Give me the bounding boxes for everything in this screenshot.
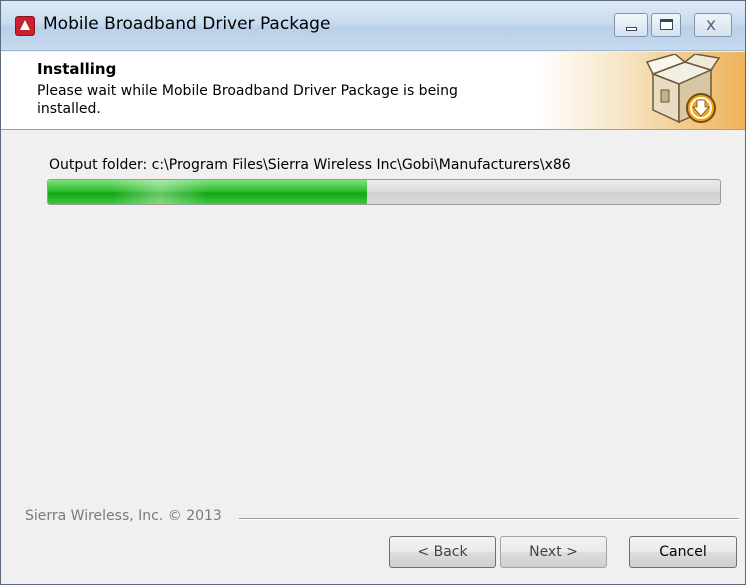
next-button[interactable]: Next > bbox=[500, 536, 607, 568]
header-banner: Installing Please wait while Mobile Broa… bbox=[1, 52, 745, 130]
close-button[interactable]: ⅹ bbox=[694, 13, 732, 37]
footer-divider bbox=[239, 518, 739, 520]
window-title: Mobile Broadband Driver Package bbox=[43, 14, 331, 34]
minimize-icon bbox=[626, 27, 637, 31]
title-bar[interactable]: Mobile Broadband Driver Package ⅹ bbox=[1, 1, 745, 51]
maximize-icon bbox=[660, 19, 673, 30]
sierra-wireless-app-icon[interactable] bbox=[15, 16, 35, 36]
minimize-button[interactable] bbox=[614, 13, 648, 37]
maximize-button[interactable] bbox=[651, 13, 681, 37]
installer-window: Mobile Broadband Driver Package ⅹ Instal… bbox=[0, 0, 746, 585]
page-subtitle: Please wait while Mobile Broadband Drive… bbox=[37, 83, 458, 117]
cancel-button[interactable]: Cancel bbox=[629, 536, 737, 568]
install-progress-bar bbox=[47, 179, 721, 205]
page-title: Installing bbox=[37, 60, 117, 78]
progress-fill bbox=[48, 180, 368, 204]
back-button[interactable]: < Back bbox=[389, 536, 496, 568]
install-package-box-icon bbox=[645, 54, 721, 124]
copyright-text: Sierra Wireless, Inc. © 2013 bbox=[25, 508, 222, 524]
close-icon: ⅹ bbox=[706, 15, 717, 35]
output-folder-label: Output folder: c:\Program Files\Sierra W… bbox=[49, 157, 571, 173]
